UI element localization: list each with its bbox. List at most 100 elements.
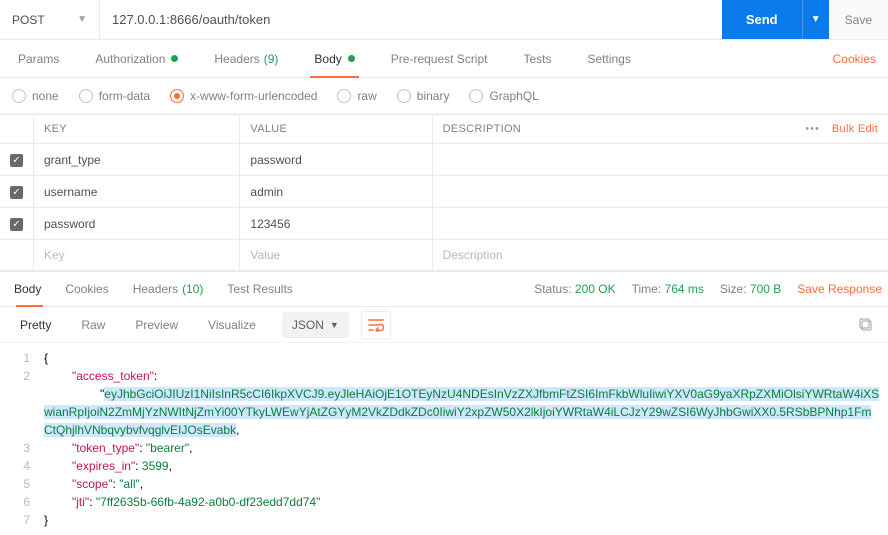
radio-raw-label: raw [357, 89, 376, 103]
tab-headers[interactable]: Headers(9) [196, 40, 296, 77]
resp-tab-headers-label: Headers [133, 282, 178, 296]
body-type-row: none form-data x-www-form-urlencoded raw… [0, 78, 888, 114]
tab-params[interactable]: Params [0, 40, 77, 77]
json-val-jti: "7ff2635b-66fb-4a92-a0b0-df23edd7dd74" [96, 495, 321, 509]
cell-desc-placeholder[interactable]: Description [432, 240, 888, 271]
view-preview[interactable]: Preview [123, 312, 190, 338]
checkbox-icon[interactable]: ✓ [10, 218, 23, 231]
view-pretty[interactable]: Pretty [8, 312, 63, 338]
content-type-label: JSON [292, 318, 324, 332]
wrap-lines-button[interactable] [361, 311, 391, 339]
http-method-select[interactable]: POST ▼ [0, 0, 100, 39]
radio-graphql-label: GraphQL [489, 89, 538, 103]
send-button[interactable]: Send [722, 0, 803, 39]
wrap-icon [368, 318, 384, 332]
cookies-link[interactable]: Cookies [827, 52, 882, 66]
tab-prerequest-label: Pre-request Script [391, 52, 488, 66]
copy-button[interactable] [852, 311, 880, 339]
dot-icon [348, 55, 355, 62]
send-dropdown[interactable]: ▼ [803, 0, 829, 39]
json-key-token-type: "token_type" [72, 441, 139, 455]
table-row[interactable]: ✓ grant_type password [0, 144, 888, 176]
radio-xwww[interactable]: x-www-form-urlencoded [170, 89, 317, 103]
tab-tests-label: Tests [523, 52, 551, 66]
radio-none-label: none [32, 89, 59, 103]
table-row[interactable]: ✓ username admin [0, 176, 888, 208]
radio-form-data-label: form-data [99, 89, 150, 103]
bulk-edit-link[interactable]: Bulk Edit [832, 123, 878, 135]
dot-icon [171, 55, 178, 62]
cell-value[interactable]: password [240, 144, 432, 176]
size-value: 700 B [750, 282, 781, 296]
th-check [0, 115, 34, 144]
radio-icon [79, 89, 93, 103]
response-body[interactable]: 1234567 { "access_token":"eyJhbGciOiJIUz… [0, 343, 888, 535]
resp-tab-tests[interactable]: Test Results [215, 272, 304, 306]
cell-key-placeholder[interactable]: Key [34, 240, 240, 271]
response-status: Status: 200 OK Time: 764 ms Size: 700 B … [534, 282, 882, 296]
save-response-button[interactable]: Save Response [797, 282, 882, 296]
cell-desc[interactable] [432, 176, 888, 208]
th-value: VALUE [240, 115, 432, 144]
view-raw[interactable]: Raw [69, 312, 117, 338]
radio-form-data[interactable]: form-data [79, 89, 150, 103]
request-url-input[interactable] [100, 0, 722, 39]
response-json-text[interactable]: { "access_token":"eyJhbGciOiJIUzI1NiIsIn… [40, 343, 888, 535]
save-button-label: Save [845, 13, 872, 27]
json-key-access-token: "access_token" [72, 369, 154, 383]
cell-desc[interactable] [432, 144, 888, 176]
json-key-scope: "scope" [72, 477, 113, 491]
tab-authorization[interactable]: Authorization [77, 40, 196, 77]
send-button-group: Send ▼ [722, 0, 829, 39]
resp-tab-headers[interactable]: Headers (10) [121, 272, 216, 306]
radio-icon [397, 89, 411, 103]
resp-tab-headers-count: (10) [182, 282, 203, 296]
cell-value[interactable]: admin [240, 176, 432, 208]
cell-value[interactable]: 123456 [240, 208, 432, 240]
json-val-scope: "all" [119, 477, 140, 491]
chevron-down-icon: ▼ [77, 14, 87, 25]
radio-binary[interactable]: binary [397, 89, 450, 103]
radio-icon [170, 89, 184, 103]
request-tabs: Params Authorization Headers(9) Body Pre… [0, 40, 888, 78]
request-bar: POST ▼ Send ▼ Save [0, 0, 888, 40]
cell-key[interactable]: password [34, 208, 240, 240]
checkbox-icon[interactable]: ✓ [10, 154, 23, 167]
time-label: Time: [632, 282, 662, 296]
view-visualize[interactable]: Visualize [196, 312, 268, 338]
resp-tab-body-label: Body [14, 282, 41, 296]
table-row[interactable]: ✓ password 123456 [0, 208, 888, 240]
cell-value-placeholder[interactable]: Value [240, 240, 432, 271]
tab-authorization-label: Authorization [95, 52, 165, 66]
radio-icon [12, 89, 26, 103]
line-gutter: 1234567 [0, 343, 40, 535]
time-value: 764 ms [665, 282, 704, 296]
content-type-select[interactable]: JSON▼ [282, 312, 349, 338]
json-val-token-type: "bearer" [146, 441, 189, 455]
columns-menu-icon[interactable]: ••• [805, 123, 820, 135]
json-val-expires-in: 3599 [142, 459, 169, 473]
json-key-jti: "jti" [72, 495, 89, 509]
checkbox-icon[interactable]: ✓ [10, 186, 23, 199]
cell-key[interactable]: grant_type [34, 144, 240, 176]
th-desc: DESCRIPTION ••• Bulk Edit [432, 115, 888, 144]
tab-tests[interactable]: Tests [505, 40, 569, 77]
save-button[interactable]: Save [829, 0, 888, 39]
table-row-new[interactable]: Key Value Description [0, 240, 888, 271]
radio-graphql[interactable]: GraphQL [469, 89, 538, 103]
radio-raw[interactable]: raw [337, 89, 376, 103]
response-tabs: Body Cookies Headers (10) Test Results St… [0, 271, 888, 307]
tab-prerequest[interactable]: Pre-request Script [373, 40, 506, 77]
resp-tab-tests-label: Test Results [227, 282, 292, 296]
cell-desc[interactable] [432, 208, 888, 240]
resp-tab-cookies[interactable]: Cookies [53, 272, 120, 306]
response-view-row: Pretty Raw Preview Visualize JSON▼ [0, 307, 888, 343]
json-val-access-token: eyJhbGciOiJIUzI1NiIsInR5cCI6IkpXVCJ9.eyJ… [44, 387, 879, 437]
tab-body[interactable]: Body [296, 40, 372, 77]
th-desc-label: DESCRIPTION [443, 123, 521, 135]
tab-settings[interactable]: Settings [570, 40, 649, 77]
resp-tab-body[interactable]: Body [6, 272, 53, 306]
radio-none[interactable]: none [12, 89, 59, 103]
cookies-label: Cookies [833, 52, 876, 66]
cell-key[interactable]: username [34, 176, 240, 208]
